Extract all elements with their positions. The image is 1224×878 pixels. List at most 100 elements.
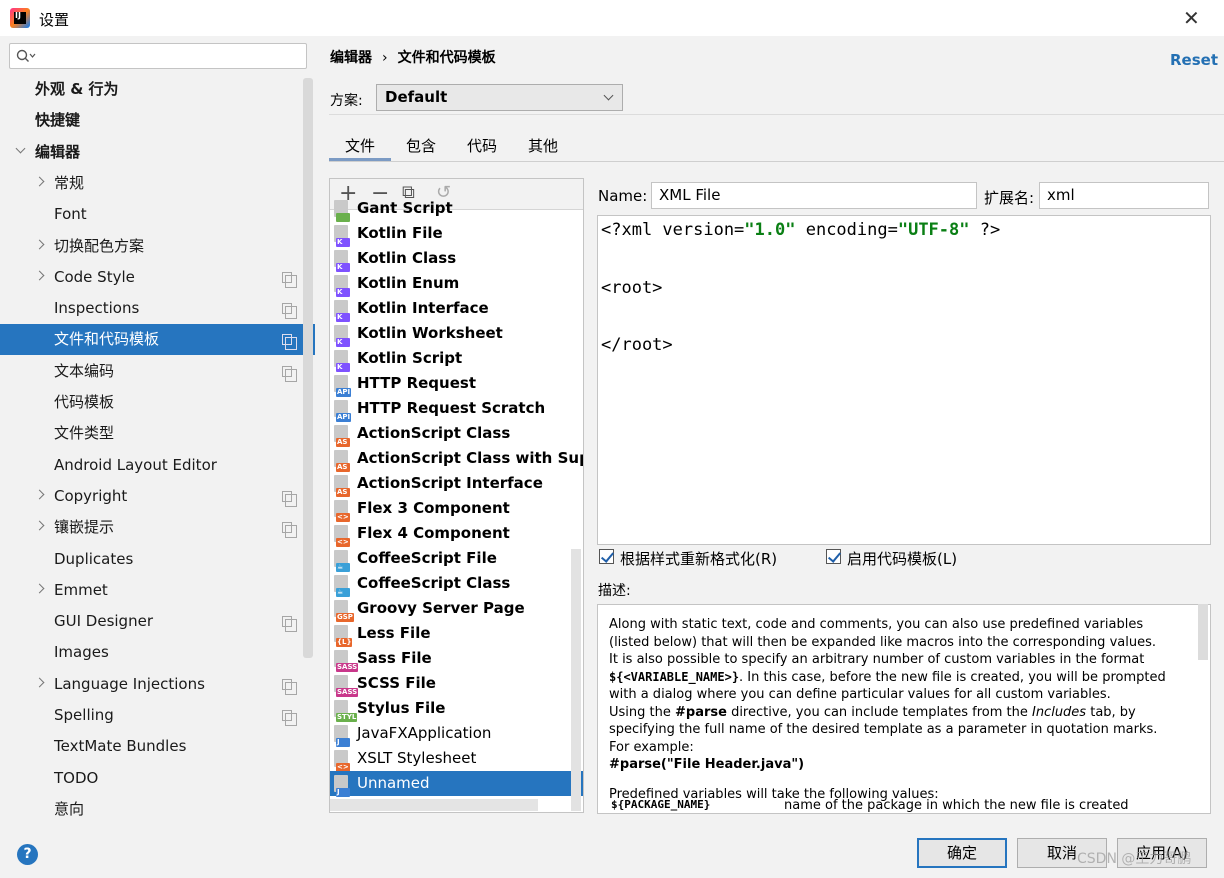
breadcrumb-parent[interactable]: 编辑器: [330, 50, 372, 66]
sidebar-item[interactable]: 快捷键: [0, 105, 315, 136]
sidebar-item[interactable]: 镶嵌提示: [0, 512, 315, 543]
code-line: </root>: [601, 335, 673, 355]
chevron-right-icon[interactable]: [34, 239, 45, 249]
sidebar-item-label: Emmet: [54, 580, 108, 599]
template-name: XSLT Stylesheet: [357, 749, 477, 767]
ok-button[interactable]: 确定: [917, 838, 1007, 868]
sidebar-item[interactable]: 编辑器: [0, 137, 315, 168]
sidebar-item[interactable]: TextMate Bundles: [0, 731, 315, 762]
sidebar-item-label: 快捷键: [35, 111, 81, 130]
sidebar-item-label: 编辑器: [35, 142, 81, 161]
list-scrollbar[interactable]: [571, 549, 581, 811]
enable-live-template-checkbox[interactable]: [826, 549, 841, 564]
file-template-icon: AS: [334, 475, 350, 497]
search-input[interactable]: [9, 43, 307, 69]
template-list-item[interactable]: API HTTP Request: [330, 371, 583, 397]
name-field[interactable]: XML File: [651, 182, 977, 209]
template-list-item[interactable]: ☕ CoffeeScript Class: [330, 571, 583, 597]
help-icon[interactable]: ?: [17, 844, 38, 865]
template-list[interactable]: + − ⧉ ↺ Gant Script K Kotlin File K Kotlin C…: [329, 178, 584, 813]
template-list-item[interactable]: <> Flex 4 Component: [330, 521, 583, 547]
template-list-item[interactable]: AS ActionScript Interface: [330, 471, 583, 497]
sidebar-item[interactable]: Language Injections: [0, 669, 315, 700]
template-list-item[interactable]: SASS SCSS File: [330, 671, 583, 697]
close-icon[interactable]: ✕: [1183, 6, 1200, 30]
sidebar-item[interactable]: Inspections: [0, 293, 315, 324]
project-scope-icon: [282, 271, 297, 288]
template-name: Gant Script: [357, 199, 453, 217]
description-scrollbar[interactable]: [1198, 604, 1208, 660]
enable-live-template-label[interactable]: 启用代码模板(L): [847, 548, 957, 569]
tab-other[interactable]: 其他: [528, 135, 558, 156]
scheme-select[interactable]: Default: [376, 84, 623, 111]
chevron-right-icon[interactable]: [34, 520, 45, 531]
tab-files[interactable]: 文件: [345, 135, 375, 156]
sidebar-item[interactable]: 常规: [0, 168, 315, 199]
sidebar-item[interactable]: 文本编码: [0, 356, 315, 387]
file-template-icon: <>: [334, 750, 350, 772]
project-scope-icon: [282, 522, 297, 539]
template-list-item[interactable]: <> Flex 3 Component: [330, 496, 583, 522]
sidebar-item[interactable]: 切换配色方案: [0, 231, 315, 262]
template-list-item[interactable]: GSP Groovy Server Page: [330, 596, 583, 622]
template-list-item[interactable]: K Kotlin Enum: [330, 271, 583, 297]
template-list-item[interactable]: K Kotlin File: [330, 221, 583, 247]
template-list-item[interactable]: J Unnamed: [330, 771, 583, 797]
template-list-item[interactable]: K Kotlin Worksheet: [330, 321, 583, 347]
template-name: Groovy Server Page: [357, 599, 525, 617]
scheme-value: Default: [385, 88, 448, 106]
sidebar-item[interactable]: Font: [0, 199, 315, 230]
template-list-item[interactable]: STYL Stylus File: [330, 696, 583, 722]
sidebar-scrollbar[interactable]: [303, 78, 313, 658]
template-name: ActionScript Interface: [357, 474, 543, 492]
list-horizontal-scrollbar[interactable]: [330, 799, 538, 811]
template-list-item[interactable]: API HTTP Request Scratch: [330, 396, 583, 422]
template-list-item[interactable]: {L} Less File: [330, 621, 583, 647]
sidebar-item[interactable]: Images: [0, 637, 315, 668]
file-template-icon: K: [334, 300, 350, 322]
template-name: ActionScript Class: [357, 424, 511, 442]
chevron-right-icon[interactable]: [34, 489, 45, 500]
sidebar-item[interactable]: TODO: [0, 763, 315, 794]
template-list-item[interactable]: AS ActionScript Class with Supers: [330, 446, 583, 472]
tab-includes[interactable]: 包含: [406, 135, 436, 156]
template-list-item[interactable]: K Kotlin Interface: [330, 296, 583, 322]
project-scope-icon: [282, 710, 297, 726]
extension-field[interactable]: xml: [1039, 182, 1209, 209]
sidebar-item[interactable]: 外观 & 行为: [0, 74, 315, 105]
file-template-icon: AS: [334, 450, 350, 472]
reformat-checkbox[interactable]: [599, 549, 614, 564]
sidebar-item[interactable]: 代码模板: [0, 387, 315, 418]
template-list-item[interactable]: ☕ CoffeeScript File: [330, 546, 583, 572]
template-list-item[interactable]: <> XSLT Stylesheet: [330, 746, 583, 772]
sidebar-item[interactable]: 文件类型: [0, 418, 315, 449]
reformat-label[interactable]: 根据样式重新格式化(R): [620, 548, 777, 569]
template-list-item[interactable]: AS ActionScript Class: [330, 421, 583, 447]
template-list-item[interactable]: J JavaFXApplication: [330, 721, 583, 747]
extension-label: 扩展名:: [984, 189, 1035, 207]
sidebar-item[interactable]: 意向: [0, 794, 315, 825]
template-list-item[interactable]: K Kotlin Script: [330, 346, 583, 372]
sidebar-item[interactable]: Android Layout Editor: [0, 450, 315, 481]
sidebar-item[interactable]: Emmet: [0, 575, 315, 606]
sidebar-item[interactable]: Code Style: [0, 262, 315, 293]
reset-link[interactable]: Reset: [1170, 51, 1218, 69]
chevron-right-icon[interactable]: [34, 176, 45, 187]
sidebar-item[interactable]: Spelling: [0, 700, 315, 731]
chevron-down-icon[interactable]: [15, 143, 26, 154]
tab-code[interactable]: 代码: [467, 135, 497, 156]
sidebar-item[interactable]: Copyright: [0, 481, 315, 512]
sidebar-item-label: 文件和代码模板: [54, 330, 160, 349]
template-list-item[interactable]: Gant Script: [330, 196, 583, 222]
template-editor[interactable]: <?xml version="1.0" encoding="UTF-8" ?> …: [597, 215, 1211, 545]
sidebar-item[interactable]: GUI Designer: [0, 606, 315, 637]
sidebar-item[interactable]: Duplicates: [0, 544, 315, 575]
variable-description: name of the package in which the new fil…: [784, 798, 1129, 813]
template-list-item[interactable]: K Kotlin Class: [330, 246, 583, 272]
chevron-right-icon[interactable]: [34, 677, 45, 688]
template-list-item[interactable]: SASS Sass File: [330, 646, 583, 672]
chevron-right-icon[interactable]: [34, 270, 45, 281]
watermark: CSDN @王力哥鹏: [1077, 851, 1192, 867]
chevron-right-icon[interactable]: [34, 583, 45, 594]
sidebar-item[interactable]: 文件和代码模板: [0, 324, 315, 356]
